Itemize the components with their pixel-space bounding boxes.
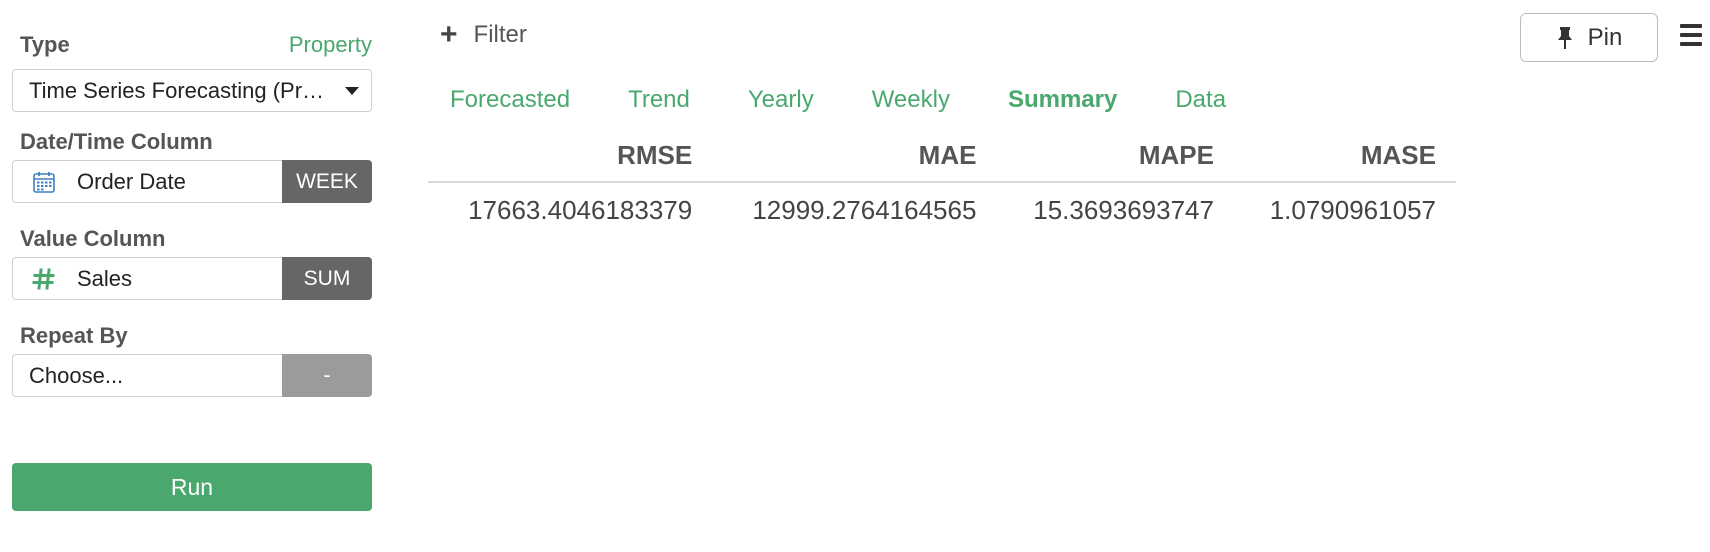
hash-icon: [29, 264, 59, 294]
cell-mape: 15.3693693747: [1033, 195, 1214, 225]
repeat-by-label: Repeat By: [20, 323, 128, 348]
repeat-by-selector[interactable]: Choose...: [12, 354, 282, 397]
cell-mae: 12999.2764164565: [752, 195, 977, 225]
value-column-selector[interactable]: Sales: [12, 257, 282, 300]
value-column-value: Sales: [77, 265, 133, 291]
pin-label: Pin: [1587, 23, 1623, 51]
column-header-mase: MASE: [1233, 136, 1456, 183]
column-header-rmse: RMSE: [428, 136, 713, 183]
cell-mase: 1.0790961057: [1269, 195, 1436, 225]
pin-icon: [1556, 26, 1574, 50]
calendar-icon: [29, 167, 59, 197]
tab-weekly[interactable]: Weekly: [872, 86, 950, 114]
filter-button[interactable]: + Filter: [440, 20, 527, 50]
property-link[interactable]: Property: [289, 32, 372, 58]
plus-icon: +: [440, 18, 458, 51]
date-time-column-value: Order Date: [77, 168, 186, 194]
filter-label: Filter: [473, 21, 527, 48]
date-time-column-field[interactable]: Order Date WEEK: [12, 160, 372, 203]
tab-trend[interactable]: Trend: [628, 86, 690, 114]
settings-panel: Type Property Time Series Forecasting (P…: [12, 0, 372, 552]
tab-yearly[interactable]: Yearly: [748, 86, 814, 114]
tab-summary[interactable]: Summary: [1008, 86, 1117, 114]
hamburger-menu-icon[interactable]: [1680, 24, 1702, 46]
value-aggregation-button[interactable]: SUM: [282, 257, 372, 300]
date-time-column-selector[interactable]: Order Date: [12, 160, 282, 203]
cell-rmse: 17663.4046183379: [468, 195, 693, 225]
caret-down-icon: [345, 87, 359, 95]
column-header-mape: MAPE: [996, 136, 1234, 183]
table-row: 17663.4046183379 12999.2764164565 15.369…: [428, 182, 1456, 234]
column-header-mae: MAE: [712, 136, 997, 183]
type-select-value: Time Series Forecasting (Prophet): [29, 77, 331, 103]
pin-button[interactable]: Pin: [1520, 13, 1658, 62]
tab-forecasted[interactable]: Forecasted: [450, 86, 570, 114]
result-tabs: Forecasted Trend Yearly Weekly Summary D…: [450, 86, 1284, 114]
repeat-by-placeholder: Choose...: [29, 362, 124, 388]
date-time-aggregation-button[interactable]: WEEK: [282, 160, 372, 203]
date-time-column-label: Date/Time Column: [20, 129, 213, 154]
run-button[interactable]: Run: [12, 463, 372, 511]
type-label: Type: [20, 32, 70, 57]
type-select[interactable]: Time Series Forecasting (Prophet): [12, 69, 372, 112]
value-column-field[interactable]: Sales SUM: [12, 257, 372, 300]
repeat-by-aggregation-button: -: [282, 354, 372, 397]
tab-data[interactable]: Data: [1175, 86, 1226, 114]
repeat-by-field[interactable]: Choose... -: [12, 354, 372, 397]
table-header-row: RMSE MAE MAPE MASE: [428, 136, 1456, 183]
value-column-label: Value Column: [20, 226, 166, 251]
summary-metrics-table: RMSE MAE MAPE MASE 17663.4046183379 1299…: [428, 136, 1456, 234]
